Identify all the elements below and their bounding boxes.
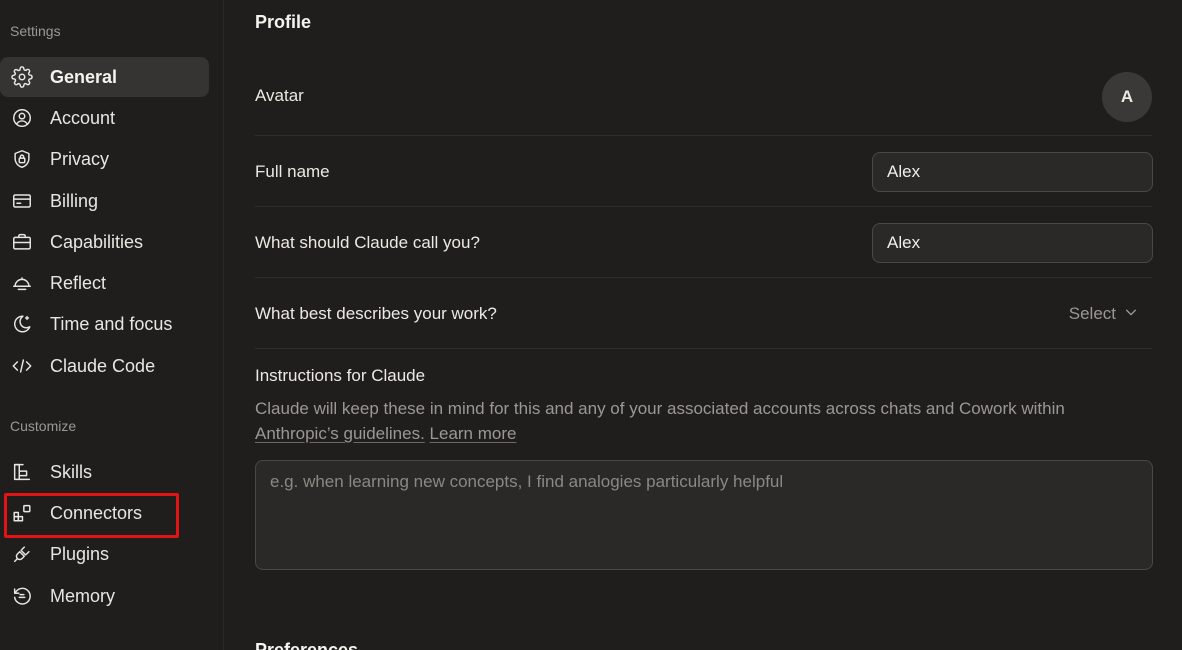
instructions-description: Claude will keep these in mind for this …	[255, 396, 1155, 446]
sidebar-item-claude-code[interactable]: Claude Code	[0, 346, 209, 386]
skills-icon	[11, 461, 33, 483]
sidebar-item-general[interactable]: General	[0, 57, 209, 97]
user-circle-icon	[11, 107, 33, 129]
sidebar-item-billing[interactable]: Billing	[0, 181, 209, 221]
bell-icon	[11, 272, 33, 294]
sidebar-item-reflect[interactable]: Reflect	[0, 263, 209, 303]
avatar-label: Avatar	[255, 86, 304, 105]
sidebar-item-capabilities[interactable]: Capabilities	[0, 222, 209, 262]
sidebar-item-privacy[interactable]: Privacy	[0, 139, 209, 179]
full-name-row: Full name	[255, 136, 1153, 207]
sidebar-item-label: Account	[50, 107, 116, 128]
sidebar-item-label: Plugins	[50, 543, 110, 564]
sidebar-item-label: Privacy	[50, 148, 110, 169]
history-icon	[11, 585, 33, 607]
avatar[interactable]: A	[1102, 72, 1152, 122]
plug-icon	[11, 543, 33, 565]
call-name-row: What should Claude call you?	[255, 207, 1153, 278]
sidebar-item-label: Memory	[50, 585, 116, 606]
chevron-down-icon	[1124, 304, 1138, 324]
sidebar-item-skills[interactable]: Skills	[0, 452, 209, 492]
section-label-customize: Customize	[10, 418, 77, 434]
call-name-label: What should Claude call you?	[255, 233, 480, 252]
moon-icon	[11, 313, 33, 335]
full-name-label: Full name	[255, 162, 330, 181]
briefcase-icon	[11, 231, 33, 253]
main-content: Profile Avatar A Full name What should C…	[225, 0, 1182, 650]
call-name-field[interactable]	[872, 223, 1153, 263]
work-select[interactable]: Select	[1069, 304, 1138, 324]
code-icon	[11, 355, 33, 377]
section-label-settings: Settings	[10, 23, 61, 39]
sidebar-item-label: Time and focus	[50, 313, 173, 334]
instructions-textarea[interactable]	[255, 460, 1153, 570]
connectors-icon	[11, 502, 33, 524]
sidebar-item-account[interactable]: Account	[0, 98, 209, 138]
sidebar-item-connectors[interactable]: Connectors	[0, 493, 209, 533]
sidebar-item-label: Claude Code	[50, 355, 156, 376]
work-select-value: Select	[1068, 304, 1116, 323]
sidebar-item-label: Capabilities	[50, 231, 144, 252]
profile-heading: Profile	[255, 12, 312, 32]
sidebar-item-time-and-focus[interactable]: Time and focus	[0, 304, 209, 344]
learn-more-link[interactable]: Learn more	[430, 424, 517, 443]
work-label: What best describes your work?	[255, 304, 497, 323]
sidebar-item-label: Reflect	[50, 272, 107, 293]
gear-icon	[11, 66, 33, 88]
sidebar-item-label: Connectors	[50, 502, 143, 523]
sidebar-item-label: Billing	[50, 190, 99, 211]
work-row: What best describes your work? Select	[255, 278, 1152, 349]
sidebar-item-label: Skills	[50, 461, 93, 482]
instructions-description-text: Claude will keep these in mind for this …	[255, 399, 1065, 418]
sidebar: Settings General Account Privacy Billing…	[0, 0, 224, 650]
sidebar-item-plugins[interactable]: Plugins	[0, 534, 209, 574]
sidebar-item-memory[interactable]: Memory	[0, 576, 209, 616]
sidebar-item-label: General	[50, 66, 118, 87]
instructions-title: Instructions for Claude	[255, 366, 426, 385]
avatar-row: Avatar A	[255, 56, 1152, 136]
preferences-heading: Preferences	[255, 640, 359, 650]
credit-card-icon	[11, 190, 33, 212]
settings-window: Settings General Account Privacy Billing…	[0, 0, 1182, 650]
guidelines-link[interactable]: Anthropic’s guidelines.	[255, 424, 425, 443]
full-name-field[interactable]	[872, 152, 1153, 192]
shield-lock-icon	[11, 148, 33, 170]
